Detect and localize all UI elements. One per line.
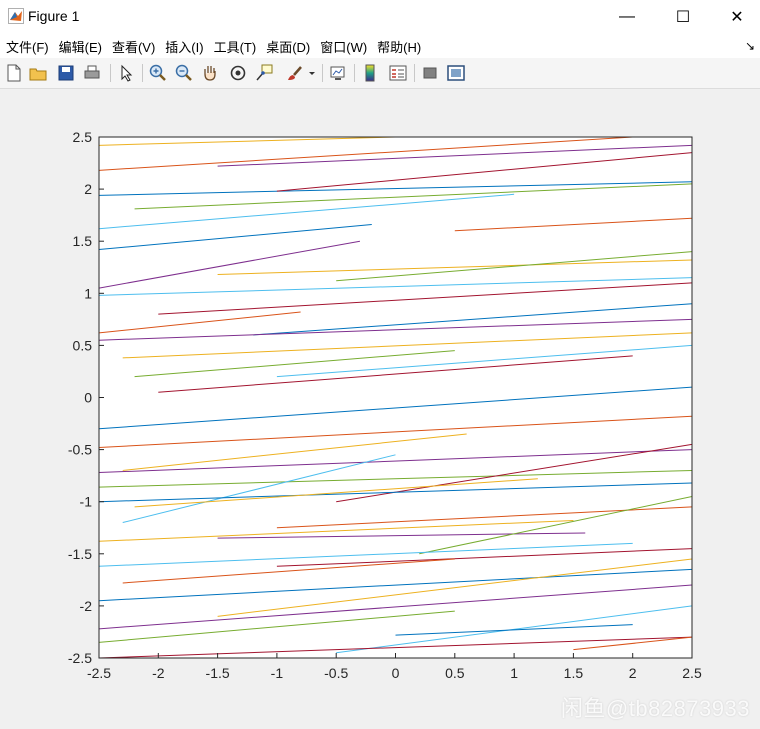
maximize-button[interactable]: ☐ (660, 0, 706, 34)
x-tick-label: -1.5 (206, 665, 230, 681)
menu-bar: 文件(F) 编辑(E) 查看(V) 插入(I) 工具(T) 桌面(D) 窗口(W… (0, 34, 760, 58)
menu-view[interactable]: 查看(V) (107, 37, 160, 56)
toolbar-separator (142, 64, 143, 82)
close-button[interactable]: ✕ (714, 0, 760, 34)
data-cursor-icon[interactable] (254, 63, 274, 83)
menu-desktop[interactable]: 桌面(D) (261, 37, 315, 56)
y-tick-label: 1.5 (73, 233, 93, 249)
menu-insert[interactable]: 插入(I) (160, 37, 208, 56)
rotate-3d-icon[interactable] (228, 63, 248, 83)
plot-svg: -2.5 -2 -1.5 -1 -0.5 0 0.5 1 1.5 2 2.5 2.5 2 1.5 1 0.5 0… (68, 129, 702, 681)
x-tick-label: 2.5 (682, 665, 702, 681)
x-tick-label: -2 (152, 665, 165, 681)
show-plot-tools-icon[interactable] (446, 63, 466, 83)
x-tick-label: -1 (271, 665, 284, 681)
figure-canvas: -2.5 -2 -1.5 -1 -0.5 0 0.5 1 1.5 2 2.5 2.5 2 1.5 1 0.5 0… (0, 89, 760, 729)
menu-file[interactable]: 文件(F) (1, 37, 54, 56)
link-plot-icon[interactable] (328, 63, 348, 83)
y-tick-label: 1 (84, 285, 92, 301)
x-tick-label: 2 (629, 665, 637, 681)
toolbar-separator (110, 64, 111, 82)
y-tick-label: -2 (80, 598, 93, 614)
menu-help[interactable]: 帮助(H) (372, 37, 426, 56)
x-tick-label: -2.5 (87, 665, 111, 681)
y-tick-label: -1.5 (68, 546, 92, 562)
x-tick-label: -0.5 (324, 665, 348, 681)
brush-dropdown-icon[interactable] (306, 63, 318, 83)
y-tick-label: -1 (80, 494, 93, 510)
y-tick-label: 0 (84, 390, 92, 406)
menu-edit[interactable]: 编辑(E) (54, 37, 107, 56)
save-icon[interactable] (56, 63, 76, 83)
legend-icon[interactable] (388, 63, 408, 83)
x-tick-label: 0.5 (445, 665, 465, 681)
x-tick-label: 1.5 (564, 665, 584, 681)
pan-hand-icon[interactable] (200, 63, 220, 83)
y-tick-label: 2 (84, 181, 92, 197)
print-icon[interactable] (82, 63, 102, 83)
menu-dock-arrow-icon[interactable]: ↘ (740, 39, 760, 53)
title-bar: Figure 1 — ☐ ✕ (0, 0, 760, 34)
edit-plot-arrow-icon[interactable] (116, 63, 136, 83)
brush-icon[interactable] (284, 63, 304, 83)
zoom-out-icon[interactable] (174, 63, 194, 83)
new-figure-icon[interactable] (4, 63, 24, 83)
y-tick-label: -0.5 (68, 442, 92, 458)
window-title: Figure 1 (28, 8, 80, 24)
x-tick-label: 1 (510, 665, 518, 681)
open-file-icon[interactable] (28, 63, 48, 83)
matlab-logo-icon (8, 8, 24, 24)
menu-window[interactable]: 窗口(W) (315, 37, 372, 56)
toolbar-separator (354, 64, 355, 82)
y-tick-label: 0.5 (73, 337, 93, 353)
x-tick-label: 0 (392, 665, 400, 681)
y-tick-label: 2.5 (73, 129, 93, 145)
figure-toolbar (0, 58, 760, 89)
colorbar-icon[interactable] (360, 63, 380, 83)
watermark-text: 闲鱼@tb82873933 (560, 696, 750, 721)
minimize-button[interactable]: — (604, 0, 650, 34)
zoom-in-icon[interactable] (148, 63, 168, 83)
axes-background (99, 137, 692, 658)
y-tick-label: -2.5 (68, 650, 92, 666)
menu-tools[interactable]: 工具(T) (209, 37, 262, 56)
hide-plot-tools-icon[interactable] (420, 63, 440, 83)
toolbar-separator (414, 64, 415, 82)
toolbar-separator (322, 64, 323, 82)
